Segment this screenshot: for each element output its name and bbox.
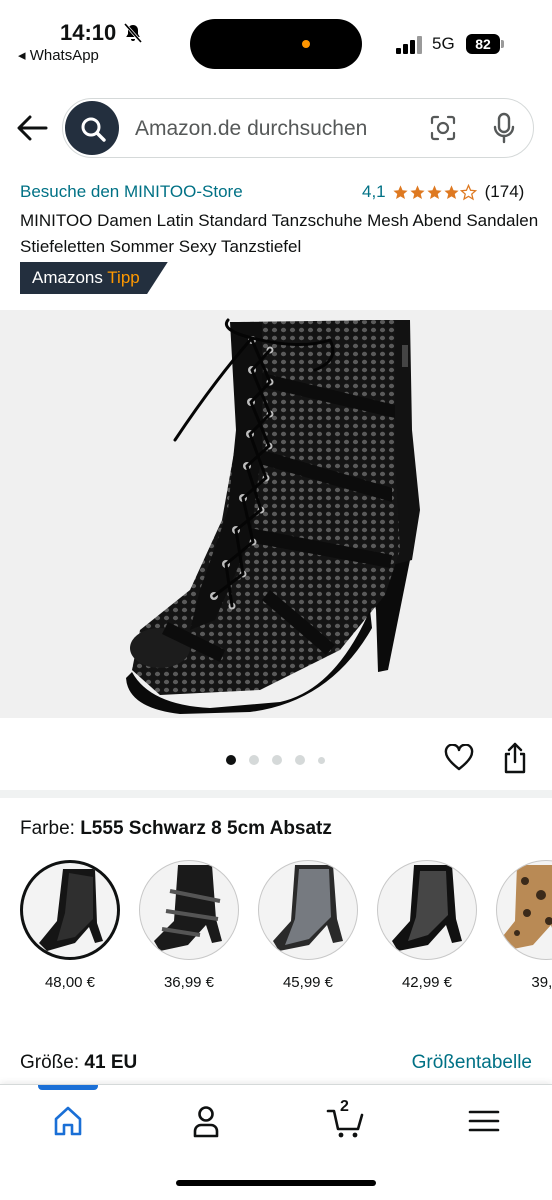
product-image-gallery[interactable] xyxy=(0,310,552,718)
star-full-icon xyxy=(427,184,442,199)
battery-tip xyxy=(501,40,504,48)
rating-summary[interactable]: 4,1 (174) xyxy=(362,182,524,202)
selected-size: 41 EU xyxy=(84,1052,138,1073)
swatch-image xyxy=(377,860,477,960)
rating-value: 4,1 xyxy=(362,182,386,201)
rating-stars xyxy=(392,183,477,201)
cart-count-badge: 2 xyxy=(340,1098,349,1115)
size-label-prefix: Größe: xyxy=(20,1052,80,1073)
selected-color: L555 Schwarz 8 5cm Absatz xyxy=(80,818,332,839)
star-full-icon xyxy=(393,184,408,199)
image-pagination[interactable] xyxy=(226,755,338,765)
swatch-price: 36,99 € xyxy=(163,974,215,991)
microphone-icon[interactable] xyxy=(491,112,517,144)
home-indicator[interactable] xyxy=(176,1180,376,1186)
back-to-app-link[interactable]: ◂ WhatsApp xyxy=(18,46,99,64)
pagination-dot[interactable] xyxy=(272,755,282,765)
share-icon[interactable] xyxy=(502,742,528,774)
camera-icon[interactable] xyxy=(429,114,457,142)
pagination-dot[interactable] xyxy=(318,756,325,764)
swatch-price: 39,9 xyxy=(531,974,552,991)
size-selection-label: Größe: 41 EU xyxy=(20,1052,137,1074)
account-icon[interactable] xyxy=(186,1103,226,1139)
search-button[interactable] xyxy=(65,101,119,155)
search-bar[interactable]: Amazon.de durchsuchen xyxy=(62,98,534,158)
pagination-dot-active[interactable] xyxy=(226,755,236,765)
color-swatch-list[interactable]: 48,00 € 36,99 € 45,99 € 42,99 € 39,9 xyxy=(20,860,552,1000)
status-time: 14:10 xyxy=(60,20,117,45)
swatch-price: 48,00 € xyxy=(44,974,96,991)
swatch-price: 42,99 € xyxy=(401,974,453,991)
star-full-icon xyxy=(410,184,425,199)
swatch-image xyxy=(496,860,552,960)
pagination-dot[interactable] xyxy=(249,755,259,765)
swatch-image xyxy=(20,860,120,960)
section-divider xyxy=(0,790,552,798)
muted-bell-icon xyxy=(123,23,143,43)
color-selection-label: Farbe: L555 Schwarz 8 5cm Absatz xyxy=(20,818,332,840)
color-swatch[interactable]: 45,99 € xyxy=(258,860,358,991)
badge-highlight: Tipp xyxy=(107,268,140,287)
color-swatch[interactable]: 36,99 € xyxy=(139,860,239,991)
store-link[interactable]: Besuche den MINITOO-Store xyxy=(20,182,243,202)
search-input[interactable]: Amazon.de durchsuchen xyxy=(135,117,367,141)
color-swatch[interactable]: 42,99 € xyxy=(377,860,477,991)
network-type: 5G xyxy=(432,34,455,53)
color-swatch[interactable]: 48,00 € xyxy=(20,860,120,991)
swatch-image xyxy=(258,860,358,960)
size-chart-link[interactable]: Größentabelle xyxy=(412,1052,532,1074)
status-bar: 14:10 ◂ WhatsApp 5G 82 xyxy=(0,0,552,80)
product-image xyxy=(126,318,420,714)
battery-icon: 82 xyxy=(466,34,500,54)
home-icon[interactable] xyxy=(48,1103,88,1139)
privacy-indicator-icon xyxy=(302,40,310,48)
menu-icon[interactable] xyxy=(464,1103,504,1139)
star-full-icon xyxy=(444,184,459,199)
dynamic-island xyxy=(190,19,362,69)
rating-count: (174) xyxy=(484,182,525,201)
signal-icon xyxy=(396,36,422,54)
badge-prefix: Amazons xyxy=(32,268,103,287)
search-icon xyxy=(81,117,106,142)
star-empty-icon xyxy=(459,183,477,200)
nav-active-indicator xyxy=(38,1085,98,1090)
swatch-price: 45,99 € xyxy=(282,974,334,991)
color-swatch[interactable]: 39,9 xyxy=(496,860,552,991)
product-title: MINITOO Damen Latin Standard Tanzschuhe … xyxy=(20,211,539,256)
swatch-image xyxy=(139,860,239,960)
back-arrow-icon[interactable] xyxy=(16,114,48,142)
amazons-choice-badge: Amazons Tipp xyxy=(20,262,168,294)
heart-icon[interactable] xyxy=(444,744,474,772)
color-label-prefix: Farbe: xyxy=(20,818,75,839)
pagination-dot[interactable] xyxy=(295,755,305,765)
